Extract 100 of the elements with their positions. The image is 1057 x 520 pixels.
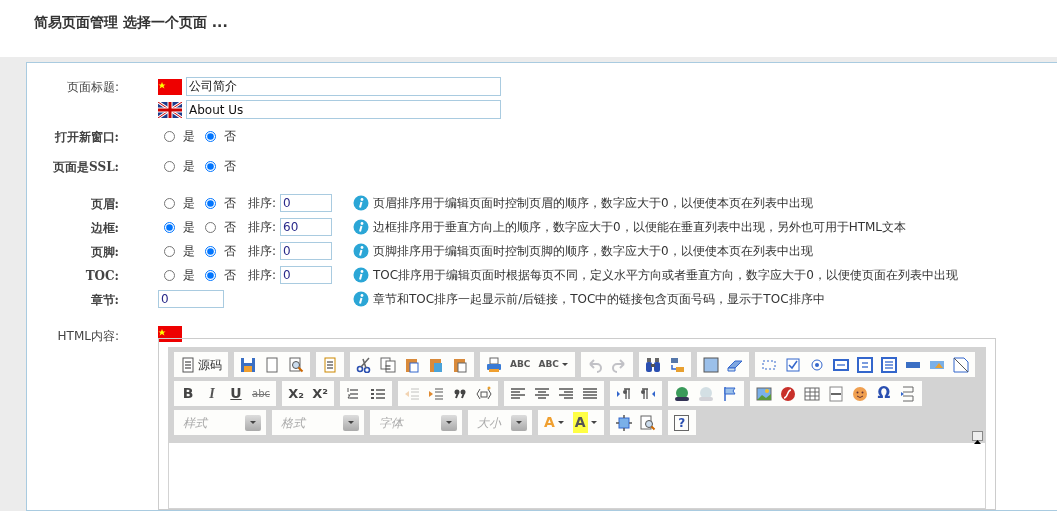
clipboard-icon (428, 356, 444, 373)
caret-icon (589, 420, 598, 425)
option-label: 是 (183, 195, 195, 212)
info-icon (353, 243, 369, 259)
table-icon (804, 385, 820, 402)
radio-button[interactable] (164, 130, 175, 142)
help-text: 页眉排序用于编辑页面时控制页眉的顺序，数字应大于0，以便使本页在列表中出现 (373, 195, 813, 212)
radio-button[interactable] (205, 160, 216, 172)
page-break-icon (900, 385, 916, 402)
magnifier-page-icon (639, 414, 656, 431)
copy-icon (380, 356, 396, 373)
help-text: 章节和TOC排序一起显示前/后链接，TOC中的链接包含页面号码，显示于TOC排序中 (373, 291, 825, 308)
radio-button[interactable] (164, 245, 175, 257)
radio-circle-icon (808, 356, 825, 373)
bold-button[interactable]: B (177, 383, 199, 404)
caret-icon (249, 420, 257, 425)
strikethrough-button[interactable]: abc (249, 383, 273, 404)
info-icon (353, 267, 369, 283)
outdent-icon (404, 385, 420, 402)
field-label: 页面是SSL: (52, 159, 119, 176)
spellcheck-button[interactable]: ABC (535, 354, 572, 375)
option-label: 否 (224, 267, 236, 284)
radio-button[interactable] (164, 221, 175, 233)
clipboard-icon (452, 356, 468, 373)
option-label: 是 (183, 219, 195, 236)
caret-icon (445, 420, 453, 425)
redo-arrow-icon (610, 356, 627, 373)
info-icon (353, 195, 369, 211)
order-label: 排序: (248, 195, 277, 212)
up-triangle-icon (973, 437, 982, 446)
document-icon (180, 356, 196, 373)
field-label: HTML内容: (56, 328, 119, 345)
chapter-field[interactable]: 0 (158, 290, 224, 308)
align-right-icon (558, 385, 574, 402)
option-label: 否 (224, 195, 236, 212)
hidden-field-icon (952, 356, 969, 373)
option-label: 否 (224, 158, 236, 175)
field-label: 边框: (89, 220, 119, 237)
order-field[interactable]: 60 (280, 218, 333, 236)
field-label: 页眉: (89, 196, 119, 213)
align-center-icon (534, 385, 550, 402)
superscript-button[interactable]: X² (309, 383, 331, 404)
page-icon (322, 356, 338, 373)
order-field[interactable]: 0 (280, 242, 333, 260)
special-character-button[interactable]: Ω (873, 383, 895, 404)
field-label: 打开新窗口: (53, 129, 119, 146)
copy-button[interactable] (377, 354, 399, 375)
indent-icon (428, 385, 444, 402)
order-label: 排序: (248, 219, 277, 236)
text-area-icon (856, 356, 873, 373)
radio-button[interactable] (205, 130, 216, 142)
order-field[interactable]: 0 (280, 194, 333, 212)
justify-icon (582, 385, 598, 402)
page-title: 简易页面管理 选择一个页面 ... (33, 13, 229, 32)
undo-arrow-icon (586, 356, 603, 373)
spellcheck-button[interactable]: ABC (507, 354, 534, 375)
field-label: 章节: (89, 292, 119, 309)
align-left-icon (510, 385, 526, 402)
checkbox-icon (784, 356, 801, 373)
radio-button[interactable] (164, 197, 175, 209)
radio-button[interactable] (164, 269, 175, 281)
option-label: 是 (183, 128, 195, 145)
flag-icon (158, 78, 182, 95)
binoculars-icon (644, 356, 661, 373)
field-label: 页脚: (89, 244, 119, 261)
source-button[interactable]: 源码 (177, 354, 225, 375)
info-icon (353, 291, 369, 307)
replace-icon (668, 356, 685, 373)
option-label: 是 (183, 243, 195, 260)
field-label: 页面标题: (65, 79, 119, 96)
order-label: 排序: (248, 243, 277, 260)
option-label: 否 (224, 219, 236, 236)
text-field[interactable]: 公司简介 (186, 77, 501, 96)
option-label: 是 (183, 158, 195, 175)
radio-button[interactable] (205, 221, 216, 233)
order-label: 排序: (248, 267, 277, 284)
italic-button[interactable]: I (201, 383, 223, 404)
radio-button[interactable] (205, 269, 216, 281)
underline-button[interactable]: U (225, 383, 247, 404)
text-field[interactable]: About Us (186, 100, 501, 119)
caret-icon (560, 362, 569, 367)
radio-button[interactable] (205, 245, 216, 257)
order-field[interactable]: 0 (280, 266, 333, 284)
caret-icon (347, 420, 355, 425)
select-all-icon (702, 356, 719, 373)
maximize-icon (615, 414, 632, 431)
printer-icon (486, 356, 502, 373)
collapse-toolbar-button[interactable] (972, 431, 983, 441)
image-icon (756, 385, 772, 402)
help-text: 边框排序用于垂直方向上的顺序，数字应大于0，以便能在垂直列表中出现，另外也可用于HTML文本 (373, 219, 907, 236)
subscript-button[interactable]: X₂ (285, 383, 307, 404)
left-to-right-icon (616, 385, 632, 402)
radio-button[interactable] (205, 197, 216, 209)
caret-icon (556, 420, 565, 425)
radio-button[interactable] (164, 160, 175, 172)
magnifier-page-icon (288, 356, 304, 373)
scissors-icon (356, 356, 372, 373)
div-container-icon (476, 385, 492, 402)
flag-icon (158, 101, 182, 118)
list-box-icon (880, 356, 897, 373)
